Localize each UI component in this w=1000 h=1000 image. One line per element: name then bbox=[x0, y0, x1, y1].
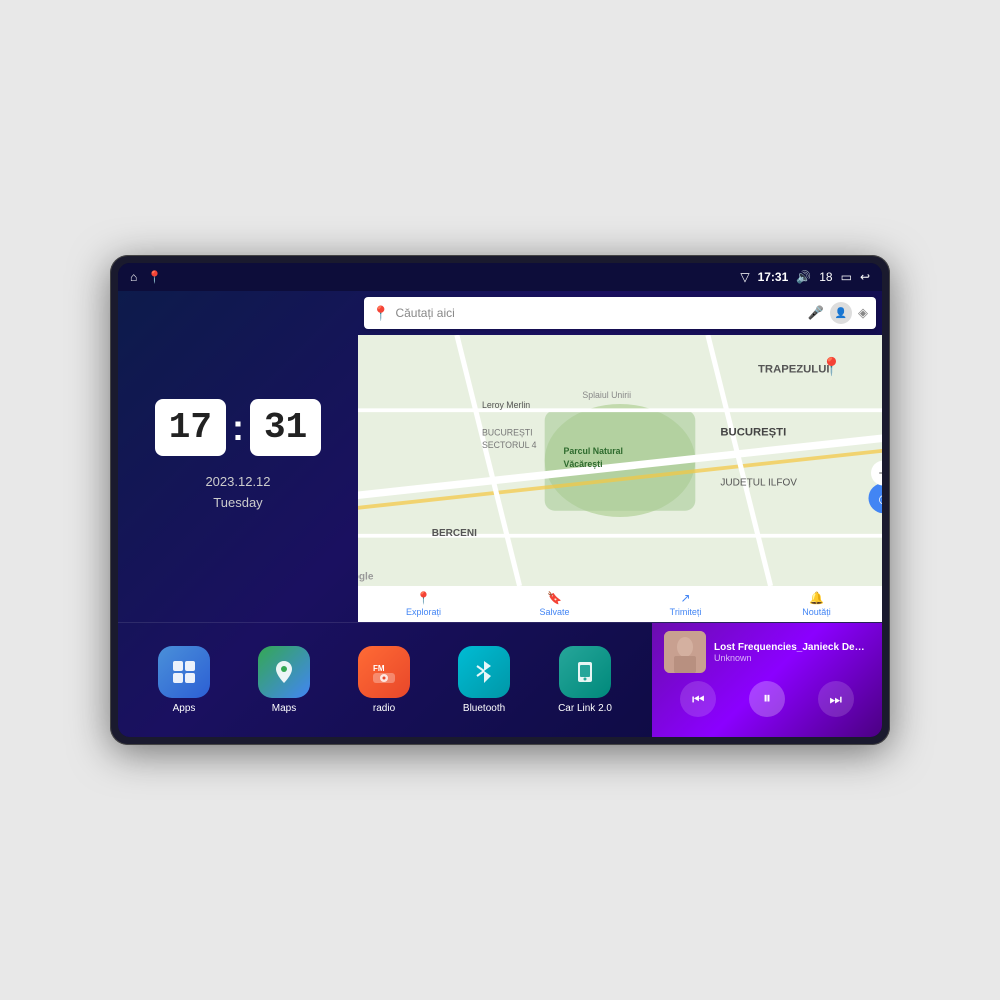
app-icons-section: Apps Maps bbox=[118, 623, 652, 737]
map-svg: TRAPEZULUI BUCUREȘTI JUDEȚUL ILFOV BERCE… bbox=[358, 335, 882, 586]
svg-text:BUCUREȘTI: BUCUREȘTI bbox=[482, 427, 533, 437]
status-bar: ⌂ 📍 ▽ 17:31 🔊 18 ▭ ↩ bbox=[118, 263, 882, 291]
main-content: 17 : 31 2023.12.12 Tuesday 📍 Căutați aic… bbox=[118, 291, 882, 737]
status-bar-right: ▽ 17:31 🔊 18 ▭ ↩ bbox=[740, 270, 870, 284]
svg-text:Văcărești: Văcărești bbox=[564, 459, 603, 469]
radio-label: radio bbox=[373, 703, 395, 714]
map-nav-saved-label: Salvate bbox=[539, 607, 569, 617]
music-controls: ⏮ ⏸ ⏭ bbox=[664, 681, 870, 717]
map-pin-icon: 📍 bbox=[372, 305, 389, 322]
clock-separator: : bbox=[232, 407, 244, 449]
apps-svg-icon bbox=[170, 658, 198, 686]
carlink-icon-item[interactable]: Car Link 2.0 bbox=[558, 646, 612, 714]
map-nav-send-label: Trimiteți bbox=[670, 607, 702, 617]
maps-svg-icon bbox=[269, 657, 299, 687]
signal-icon: ▽ bbox=[740, 270, 749, 284]
svg-text:Splaiul Unirii: Splaiul Unirii bbox=[582, 390, 631, 400]
map-search-bar[interactable]: 📍 Căutați aici 🎤 👤 ◈ bbox=[364, 297, 876, 329]
maps-shortcut-icon[interactable]: 📍 bbox=[147, 270, 162, 284]
music-play-button[interactable]: ⏸ bbox=[749, 681, 785, 717]
map-bottom-nav: 📍 Explorați 🔖 Salvate ↗ Trimiteți 🔔 bbox=[358, 586, 882, 622]
map-nav-explore[interactable]: 📍 Explorați bbox=[358, 591, 489, 617]
map-nav-news-label: Noutăți bbox=[802, 607, 831, 617]
carlink-icon-wrapper bbox=[559, 646, 611, 698]
music-player: Lost Frequencies_Janieck Devy-... Unknow… bbox=[652, 623, 882, 737]
map-container[interactable]: TRAPEZULUI BUCUREȘTI JUDEȚUL ILFOV BERCE… bbox=[358, 335, 882, 586]
clock-widget: 17 : 31 2023.12.12 Tuesday bbox=[118, 291, 358, 622]
explore-icon: 📍 bbox=[416, 591, 431, 605]
bluetooth-svg-icon bbox=[469, 657, 499, 687]
svg-text:SECTORUL 4: SECTORUL 4 bbox=[482, 440, 537, 450]
clock-day-text: Tuesday bbox=[205, 493, 270, 514]
music-meta: Lost Frequencies_Janieck Devy-... Unknow… bbox=[714, 642, 870, 663]
bluetooth-icon-wrapper bbox=[458, 646, 510, 698]
battery-icon: ▭ bbox=[841, 270, 852, 284]
saved-icon: 🔖 bbox=[547, 591, 562, 605]
svg-text:JUDEȚUL ILFOV: JUDEȚUL ILFOV bbox=[720, 478, 797, 489]
music-title: Lost Frequencies_Janieck Devy-... bbox=[714, 642, 870, 653]
map-search-input[interactable]: Căutați aici bbox=[395, 306, 801, 320]
apps-icon-item[interactable]: Apps bbox=[158, 646, 210, 714]
status-time: 17:31 bbox=[758, 270, 789, 284]
music-artist: Unknown bbox=[714, 653, 870, 663]
apps-label: Apps bbox=[173, 703, 196, 714]
radio-icon-wrapper: FM bbox=[358, 646, 410, 698]
svg-text:BUCUREȘTI: BUCUREȘTI bbox=[720, 426, 786, 438]
map-section[interactable]: 📍 Căutați aici 🎤 👤 ◈ bbox=[358, 291, 882, 622]
music-info: Lost Frequencies_Janieck Devy-... Unknow… bbox=[664, 631, 870, 673]
radio-icon-item[interactable]: FM radio bbox=[358, 646, 410, 714]
map-nav-send[interactable]: ↗ Trimiteți bbox=[620, 591, 751, 617]
battery-level: 18 bbox=[819, 270, 832, 284]
clock-display: 17 : 31 bbox=[155, 399, 321, 456]
status-bar-left: ⌂ 📍 bbox=[130, 270, 162, 284]
maps-label: Maps bbox=[272, 703, 296, 714]
clock-hour: 17 bbox=[155, 399, 226, 456]
bluetooth-label: Bluetooth bbox=[463, 703, 505, 714]
news-icon: 🔔 bbox=[809, 591, 824, 605]
back-icon[interactable]: ↩ bbox=[860, 270, 870, 284]
map-mic-icon[interactable]: 🎤 bbox=[808, 305, 824, 321]
music-prev-button[interactable]: ⏮ bbox=[680, 681, 716, 717]
music-thumbnail bbox=[664, 631, 706, 673]
map-layers-icon[interactable]: ◈ bbox=[858, 305, 868, 321]
map-user-avatar[interactable]: 👤 bbox=[830, 302, 852, 324]
map-nav-explore-label: Explorați bbox=[406, 607, 441, 617]
svg-text:Parcul Natural: Parcul Natural bbox=[564, 446, 623, 456]
send-icon: ↗ bbox=[680, 591, 690, 605]
svg-text:Google: Google bbox=[358, 572, 374, 583]
clock-date: 2023.12.12 Tuesday bbox=[205, 472, 270, 514]
carlink-label: Car Link 2.0 bbox=[558, 703, 612, 714]
map-nav-news[interactable]: 🔔 Noutăți bbox=[751, 591, 882, 617]
top-section: 17 : 31 2023.12.12 Tuesday 📍 Căutați aic… bbox=[118, 291, 882, 622]
clock-minute: 31 bbox=[250, 399, 321, 456]
radio-svg-icon: FM bbox=[369, 657, 399, 687]
music-thumb-svg bbox=[664, 631, 706, 673]
svg-text:TRAPEZULUI: TRAPEZULUI bbox=[758, 364, 829, 376]
bluetooth-icon-item[interactable]: Bluetooth bbox=[458, 646, 510, 714]
car-head-unit: ⌂ 📍 ▽ 17:31 🔊 18 ▭ ↩ 17 : bbox=[110, 255, 890, 745]
bottom-section: Apps Maps bbox=[118, 622, 882, 737]
clock-date-text: 2023.12.12 bbox=[205, 472, 270, 493]
svg-text:📍: 📍 bbox=[821, 357, 843, 377]
music-next-button[interactable]: ⏭ bbox=[818, 681, 854, 717]
device-screen: ⌂ 📍 ▽ 17:31 🔊 18 ▭ ↩ 17 : bbox=[118, 263, 882, 737]
svg-text:Leroy Merlin: Leroy Merlin bbox=[482, 400, 530, 410]
svg-text:FM: FM bbox=[373, 664, 385, 673]
home-icon[interactable]: ⌂ bbox=[130, 270, 137, 284]
svg-text:BERCENI: BERCENI bbox=[432, 528, 477, 539]
svg-text:+: + bbox=[879, 465, 882, 482]
maps-icon-item[interactable]: Maps bbox=[258, 646, 310, 714]
apps-icon-wrapper bbox=[158, 646, 210, 698]
map-nav-saved[interactable]: 🔖 Salvate bbox=[489, 591, 620, 617]
carlink-svg-icon bbox=[570, 657, 600, 687]
svg-text:◎: ◎ bbox=[879, 492, 882, 506]
volume-icon: 🔊 bbox=[796, 270, 811, 284]
maps-icon-wrapper bbox=[258, 646, 310, 698]
